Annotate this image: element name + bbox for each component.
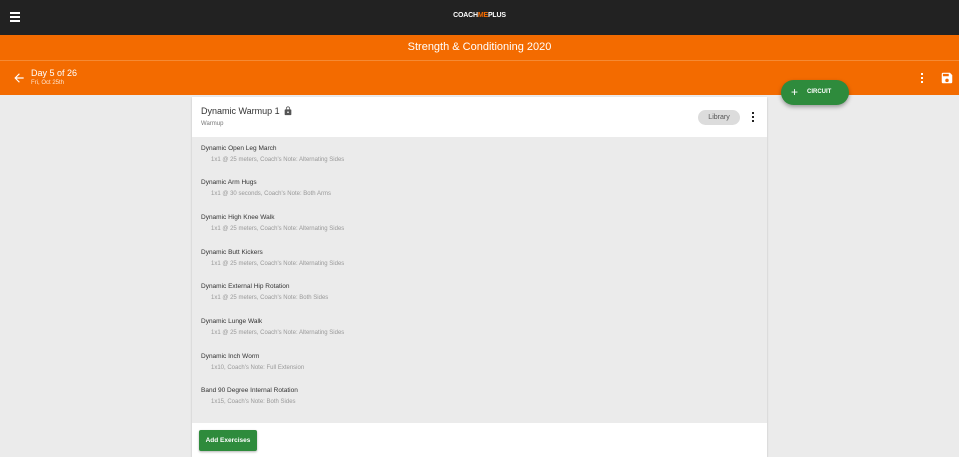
top-app-bar: COACHMEPLUS: [0, 0, 959, 35]
exercise-detail: 1x15, Coach's Note: Both Sides: [211, 399, 296, 405]
date-label: Fri, Oct 25th: [31, 80, 65, 86]
exercise-item[interactable]: Band 90 Degree Internal Rotation 1x15, C…: [201, 379, 751, 409]
exercise-name: Dynamic Butt Kickers: [201, 249, 263, 256]
exercise-list: Dynamic Open Leg March 1x1 @ 25 meters, …: [192, 137, 767, 423]
plus-icon: +: [791, 85, 799, 99]
exercise-item[interactable]: Dynamic Butt Kickers 1x1 @ 25 meters, Co…: [201, 241, 751, 271]
exercise-name: Dynamic Inch Worm: [201, 353, 260, 360]
exercise-name: Dynamic High Knee Walk: [201, 214, 275, 221]
exercise-item[interactable]: Dynamic Inch Worm 1x10, Coach's Note: Fu…: [201, 345, 751, 375]
add-exercises-button[interactable]: Add Exercises: [199, 430, 257, 451]
exercise-item[interactable]: Dynamic External Hip Rotation 1x1 @ 25 m…: [201, 275, 751, 305]
lock-icon: [284, 106, 292, 116]
exercise-detail: 1x10, Coach's Note: Full Extension: [211, 365, 305, 371]
program-title-bar: Strength & Conditioning 2020: [0, 35, 959, 60]
exercise-detail: 1x1 @ 25 meters, Coach's Note: Alternati…: [211, 330, 345, 336]
block-header: Dynamic Warmup 1 Warmup Library: [192, 97, 767, 137]
floppy-disk-icon[interactable]: [940, 71, 954, 85]
exercise-item[interactable]: Dynamic Lunge Walk 1x1 @ 25 meters, Coac…: [201, 310, 751, 340]
exercise-name: Dynamic Arm Hugs: [201, 179, 257, 186]
more-vert-icon[interactable]: [749, 110, 757, 125]
arrow-left-icon[interactable]: [12, 71, 26, 85]
day-label: Day 5 of 26: [31, 68, 78, 78]
more-vert-icon[interactable]: [917, 71, 927, 85]
block-footer: Add Exercises: [192, 423, 767, 457]
app-logo: COACHMEPLUS: [453, 12, 506, 19]
exercise-detail: 1x1 @ 30 seconds, Coach's Note: Both Arm…: [211, 191, 331, 197]
exercise-item[interactable]: Dynamic High Knee Walk 1x1 @ 25 meters, …: [201, 206, 751, 236]
exercise-detail: 1x1 @ 25 meters, Coach's Note: Both Side…: [211, 295, 329, 301]
exercise-item[interactable]: Dynamic Arm Hugs 1x1 @ 30 seconds, Coach…: [201, 171, 751, 201]
exercise-detail: 1x1 @ 25 meters, Coach's Note: Alternati…: [211, 157, 345, 163]
exercise-detail: 1x1 @ 25 meters, Coach's Note: Alternati…: [211, 226, 345, 232]
exercise-name: Dynamic Lunge Walk: [201, 318, 263, 325]
exercise-name: Dynamic Open Leg March: [201, 145, 277, 152]
add-circuit-button[interactable]: + CIRCUIT: [781, 80, 849, 105]
exercise-name: Band 90 Degree Internal Rotation: [201, 387, 298, 394]
exercise-name: Dynamic External Hip Rotation: [201, 283, 290, 290]
library-chip[interactable]: Library: [698, 110, 740, 125]
exercise-detail: 1x1 @ 25 meters, Coach's Note: Alternati…: [211, 261, 345, 267]
block-subtitle: Warmup: [201, 121, 224, 127]
block-title: Dynamic Warmup 1: [201, 106, 280, 116]
program-title: Strength & Conditioning 2020: [407, 41, 552, 53]
workout-block-card: Dynamic Warmup 1 Warmup Library Dynamic …: [192, 97, 767, 457]
circuit-button-label: CIRCUIT: [807, 89, 832, 95]
exercise-item[interactable]: Dynamic Open Leg March 1x1 @ 25 meters, …: [201, 137, 751, 167]
